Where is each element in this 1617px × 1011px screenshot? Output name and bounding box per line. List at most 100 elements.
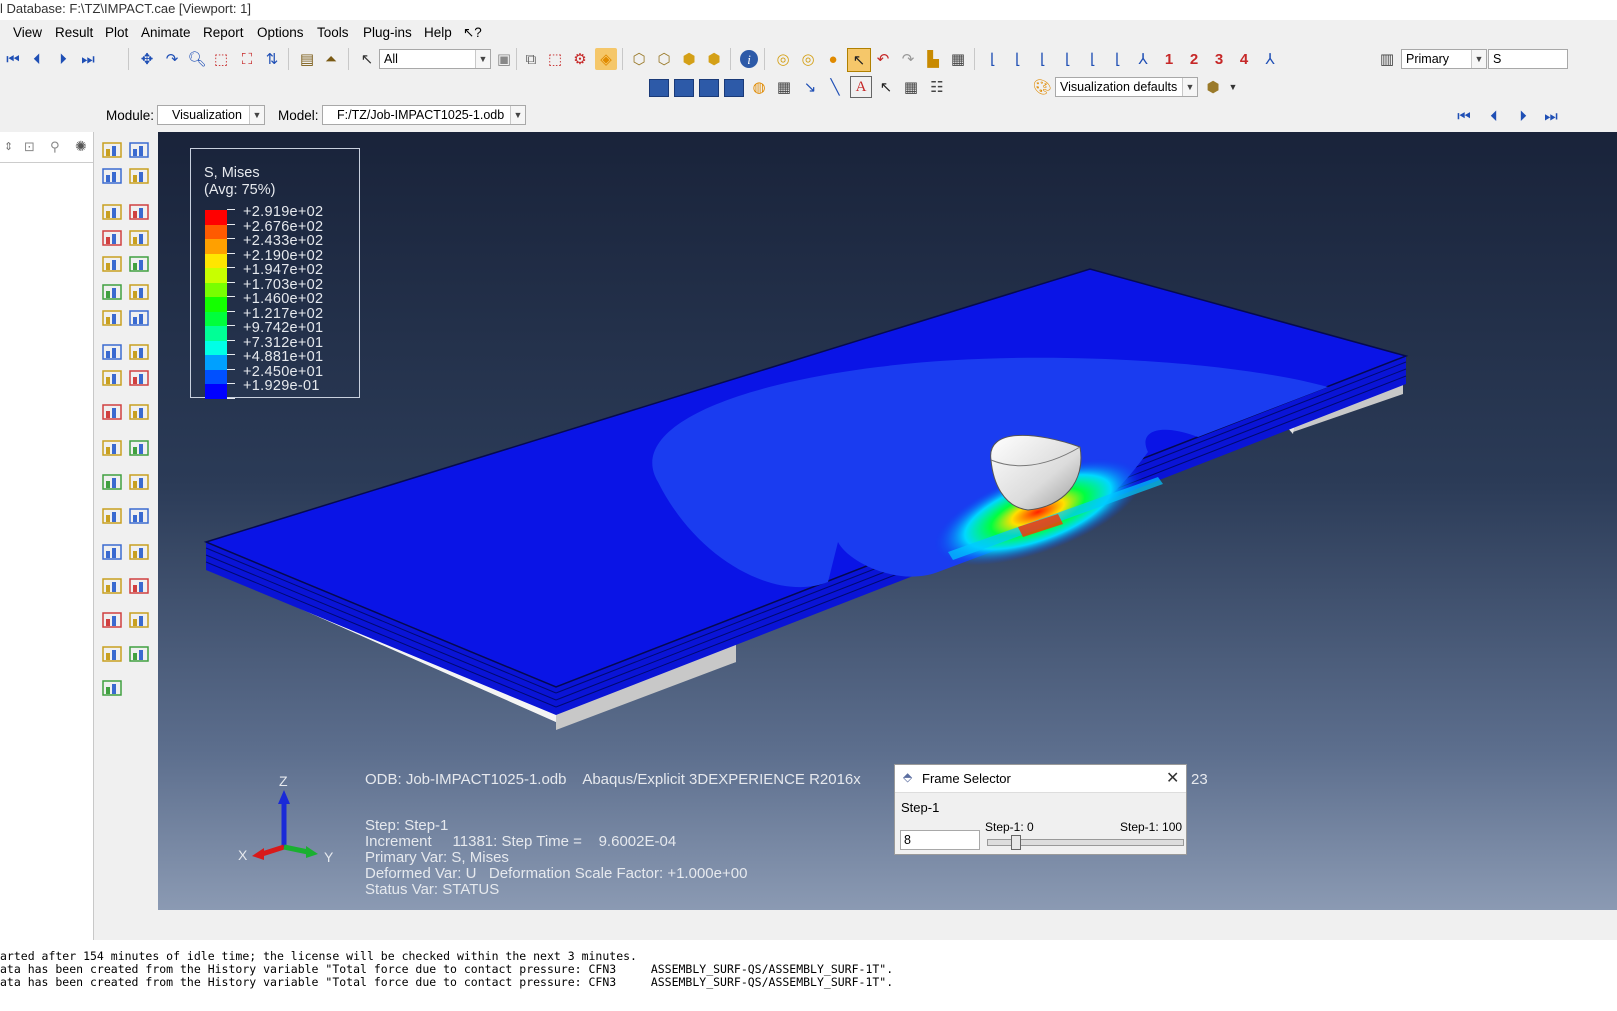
close-icon[interactable]: ✕	[1166, 768, 1179, 788]
replace-icon[interactable]: ⧉	[520, 48, 542, 70]
render-hidden-icon[interactable]: ⬡	[653, 48, 675, 70]
tree-highlight-icon[interactable]: ✺	[75, 138, 87, 155]
toolbox-tool-icon[interactable]	[128, 402, 152, 424]
annotation-icon[interactable]: ◍	[748, 76, 770, 98]
zoom-icon[interactable]: 🔍︎	[186, 48, 208, 70]
output-position-combo[interactable]: Primary ▼	[1401, 49, 1487, 69]
menu-report[interactable]: Report	[203, 25, 244, 40]
toolbox-tool-icon[interactable]	[128, 166, 152, 188]
pan-icon[interactable]: ✥	[136, 48, 158, 70]
viewport[interactable]: S, Mises (Avg: 75%) +2.919e+02 +2.676e+02…	[158, 132, 1617, 910]
frame-number-input[interactable]: 8	[900, 830, 980, 850]
auto-fit-icon[interactable]: ⛶	[236, 48, 258, 70]
model-combo[interactable]: F:/TZ/Job-IMPACT1025-1.odb ▼	[322, 105, 526, 125]
stack-icon[interactable]	[699, 79, 719, 97]
last-frame-icon[interactable]: ⏭	[1540, 105, 1562, 127]
menu-options[interactable]: Options	[257, 25, 304, 40]
menu-plot[interactable]: Plot	[105, 25, 128, 40]
tree-expand-icon[interactable]: ⊡	[24, 139, 35, 155]
render-filled-icon[interactable]: ⬢	[678, 48, 700, 70]
chevron-down-icon[interactable]: ▼	[1222, 76, 1244, 98]
previous-frame-icon[interactable]: ⏴	[1483, 105, 1505, 127]
view-top-icon[interactable]: ⌊	[1032, 48, 1054, 70]
message-area[interactable]: arted after 154 minutes of idle time; th…	[0, 940, 1617, 1011]
menu-animate[interactable]: Animate	[141, 25, 191, 40]
frame-selector-dialog[interactable]: ⬘ Frame Selector ✕ Step-1 8 Step-1: 0 St…	[894, 764, 1187, 855]
toolbox-tool-icon[interactable]	[128, 228, 152, 250]
tree-scroll-icon[interactable]: ⇕	[4, 140, 13, 153]
toolbox-tool-icon[interactable]	[128, 282, 152, 304]
query-info-icon[interactable]: i	[738, 48, 760, 70]
view-front-icon[interactable]: ⌊	[982, 48, 1004, 70]
menu-plugins[interactable]: Plug-ins	[363, 25, 412, 40]
render-wireframe-icon[interactable]: ⬡	[628, 48, 650, 70]
toolbox-tool-icon[interactable]	[101, 610, 125, 632]
show-selected-icon[interactable]: ⚙	[569, 48, 591, 70]
toolbox-tool-icon[interactable]	[101, 342, 125, 364]
next-frame-icon[interactable]: ⏵	[52, 48, 74, 70]
color-code-icon[interactable]	[649, 79, 669, 97]
toolbox-tool-icon[interactable]	[101, 506, 125, 528]
arrow-annotation-icon[interactable]: ↘	[799, 76, 821, 98]
box-zoom-icon[interactable]: ⬚	[210, 48, 232, 70]
viewport-icon[interactable]: ▦	[947, 48, 969, 70]
toolbox-tool-icon[interactable]	[128, 342, 152, 364]
menu-help[interactable]: Help	[424, 25, 452, 40]
palette-icon[interactable]: 🎨︎	[1031, 76, 1053, 98]
rotate-icon[interactable]: ↷	[161, 48, 183, 70]
toolbox-tool-icon[interactable]	[101, 678, 125, 700]
dialog-title-bar[interactable]: ⬘ Frame Selector ✕	[895, 765, 1186, 793]
line-icon[interactable]: ╲	[824, 76, 846, 98]
toolbox-tool-icon[interactable]	[128, 472, 152, 494]
tool-active-icon[interactable]: ↖	[847, 48, 871, 72]
toolbox-tool-icon[interactable]	[101, 308, 125, 330]
user-view-2-button[interactable]: 2	[1183, 48, 1205, 70]
model-tree-pane[interactable]: ⇕ ⊡ ⚲ ✺	[0, 132, 94, 940]
selection-filter-combo[interactable]: All ▼	[379, 49, 491, 69]
render-style-icon[interactable]: ⬢	[1202, 76, 1224, 98]
grid-icon[interactable]: ▦	[773, 76, 795, 98]
parallel-icon[interactable]: ▤	[296, 48, 318, 70]
toolbox-tool-icon[interactable]	[101, 202, 125, 224]
menu-result[interactable]: Result	[55, 25, 93, 40]
redo-icon[interactable]: ↷	[897, 48, 919, 70]
toolbox-tool-icon[interactable]	[128, 576, 152, 598]
field-variable-combo[interactable]: S	[1488, 49, 1568, 69]
undo-icon[interactable]: ↶	[872, 48, 894, 70]
menu-tools[interactable]: Tools	[317, 25, 349, 40]
module-combo[interactable]: Visualization ▼	[157, 105, 265, 125]
render-shaded-icon[interactable]: ⬢	[703, 48, 725, 70]
perspective-icon[interactable]: ⏶	[320, 48, 342, 70]
last-frame-icon[interactable]: ⏭	[77, 48, 99, 70]
toolbox-tool-icon[interactable]	[101, 438, 125, 460]
annotation-options-icon[interactable]: ☷	[926, 76, 948, 98]
toolbox-tool-icon[interactable]	[128, 140, 152, 162]
view-back-icon[interactable]: ⌊	[1007, 48, 1029, 70]
frame-slider-thumb[interactable]	[1010, 835, 1021, 850]
toolbox-tool-icon[interactable]	[101, 228, 125, 250]
first-frame-icon[interactable]: ⏮	[1453, 105, 1475, 127]
view-iso-icon[interactable]: ⅄	[1132, 48, 1154, 70]
tree-filter-icon[interactable]: ⚲	[50, 139, 60, 155]
datum-icon[interactable]: ▙	[922, 48, 944, 70]
visualization-defaults-combo[interactable]: Visualization defaults ▼	[1055, 77, 1198, 97]
previous-frame-icon[interactable]: ⏴	[26, 48, 48, 70]
remove-selected-icon[interactable]: ⬚	[544, 48, 566, 70]
view-manager-icon[interactable]: ⅄	[1259, 48, 1281, 70]
toolbox-tool-icon[interactable]	[128, 438, 152, 460]
toolbox-tool-icon[interactable]	[128, 610, 152, 632]
toolbox-tool-icon[interactable]	[101, 140, 125, 162]
select-arrow-icon[interactable]: ↖	[356, 48, 378, 70]
toolbox-tool-icon[interactable]	[128, 644, 152, 666]
annotation-manager-icon[interactable]: ▦	[900, 76, 922, 98]
toolbox-tool-icon[interactable]	[101, 644, 125, 666]
toolbox-tool-icon[interactable]	[128, 308, 152, 330]
toolbox-tool-icon[interactable]	[128, 368, 152, 390]
toolbox-tool-icon[interactable]	[128, 254, 152, 276]
toolbox-tool-icon[interactable]	[101, 542, 125, 564]
menu-view[interactable]: View	[13, 25, 42, 40]
partition-icon[interactable]: ◎	[797, 48, 819, 70]
sphere-icon[interactable]: ●	[822, 48, 844, 70]
first-frame-icon[interactable]: ⏮	[2, 48, 24, 70]
view-left-icon[interactable]: ⌊	[1082, 48, 1104, 70]
